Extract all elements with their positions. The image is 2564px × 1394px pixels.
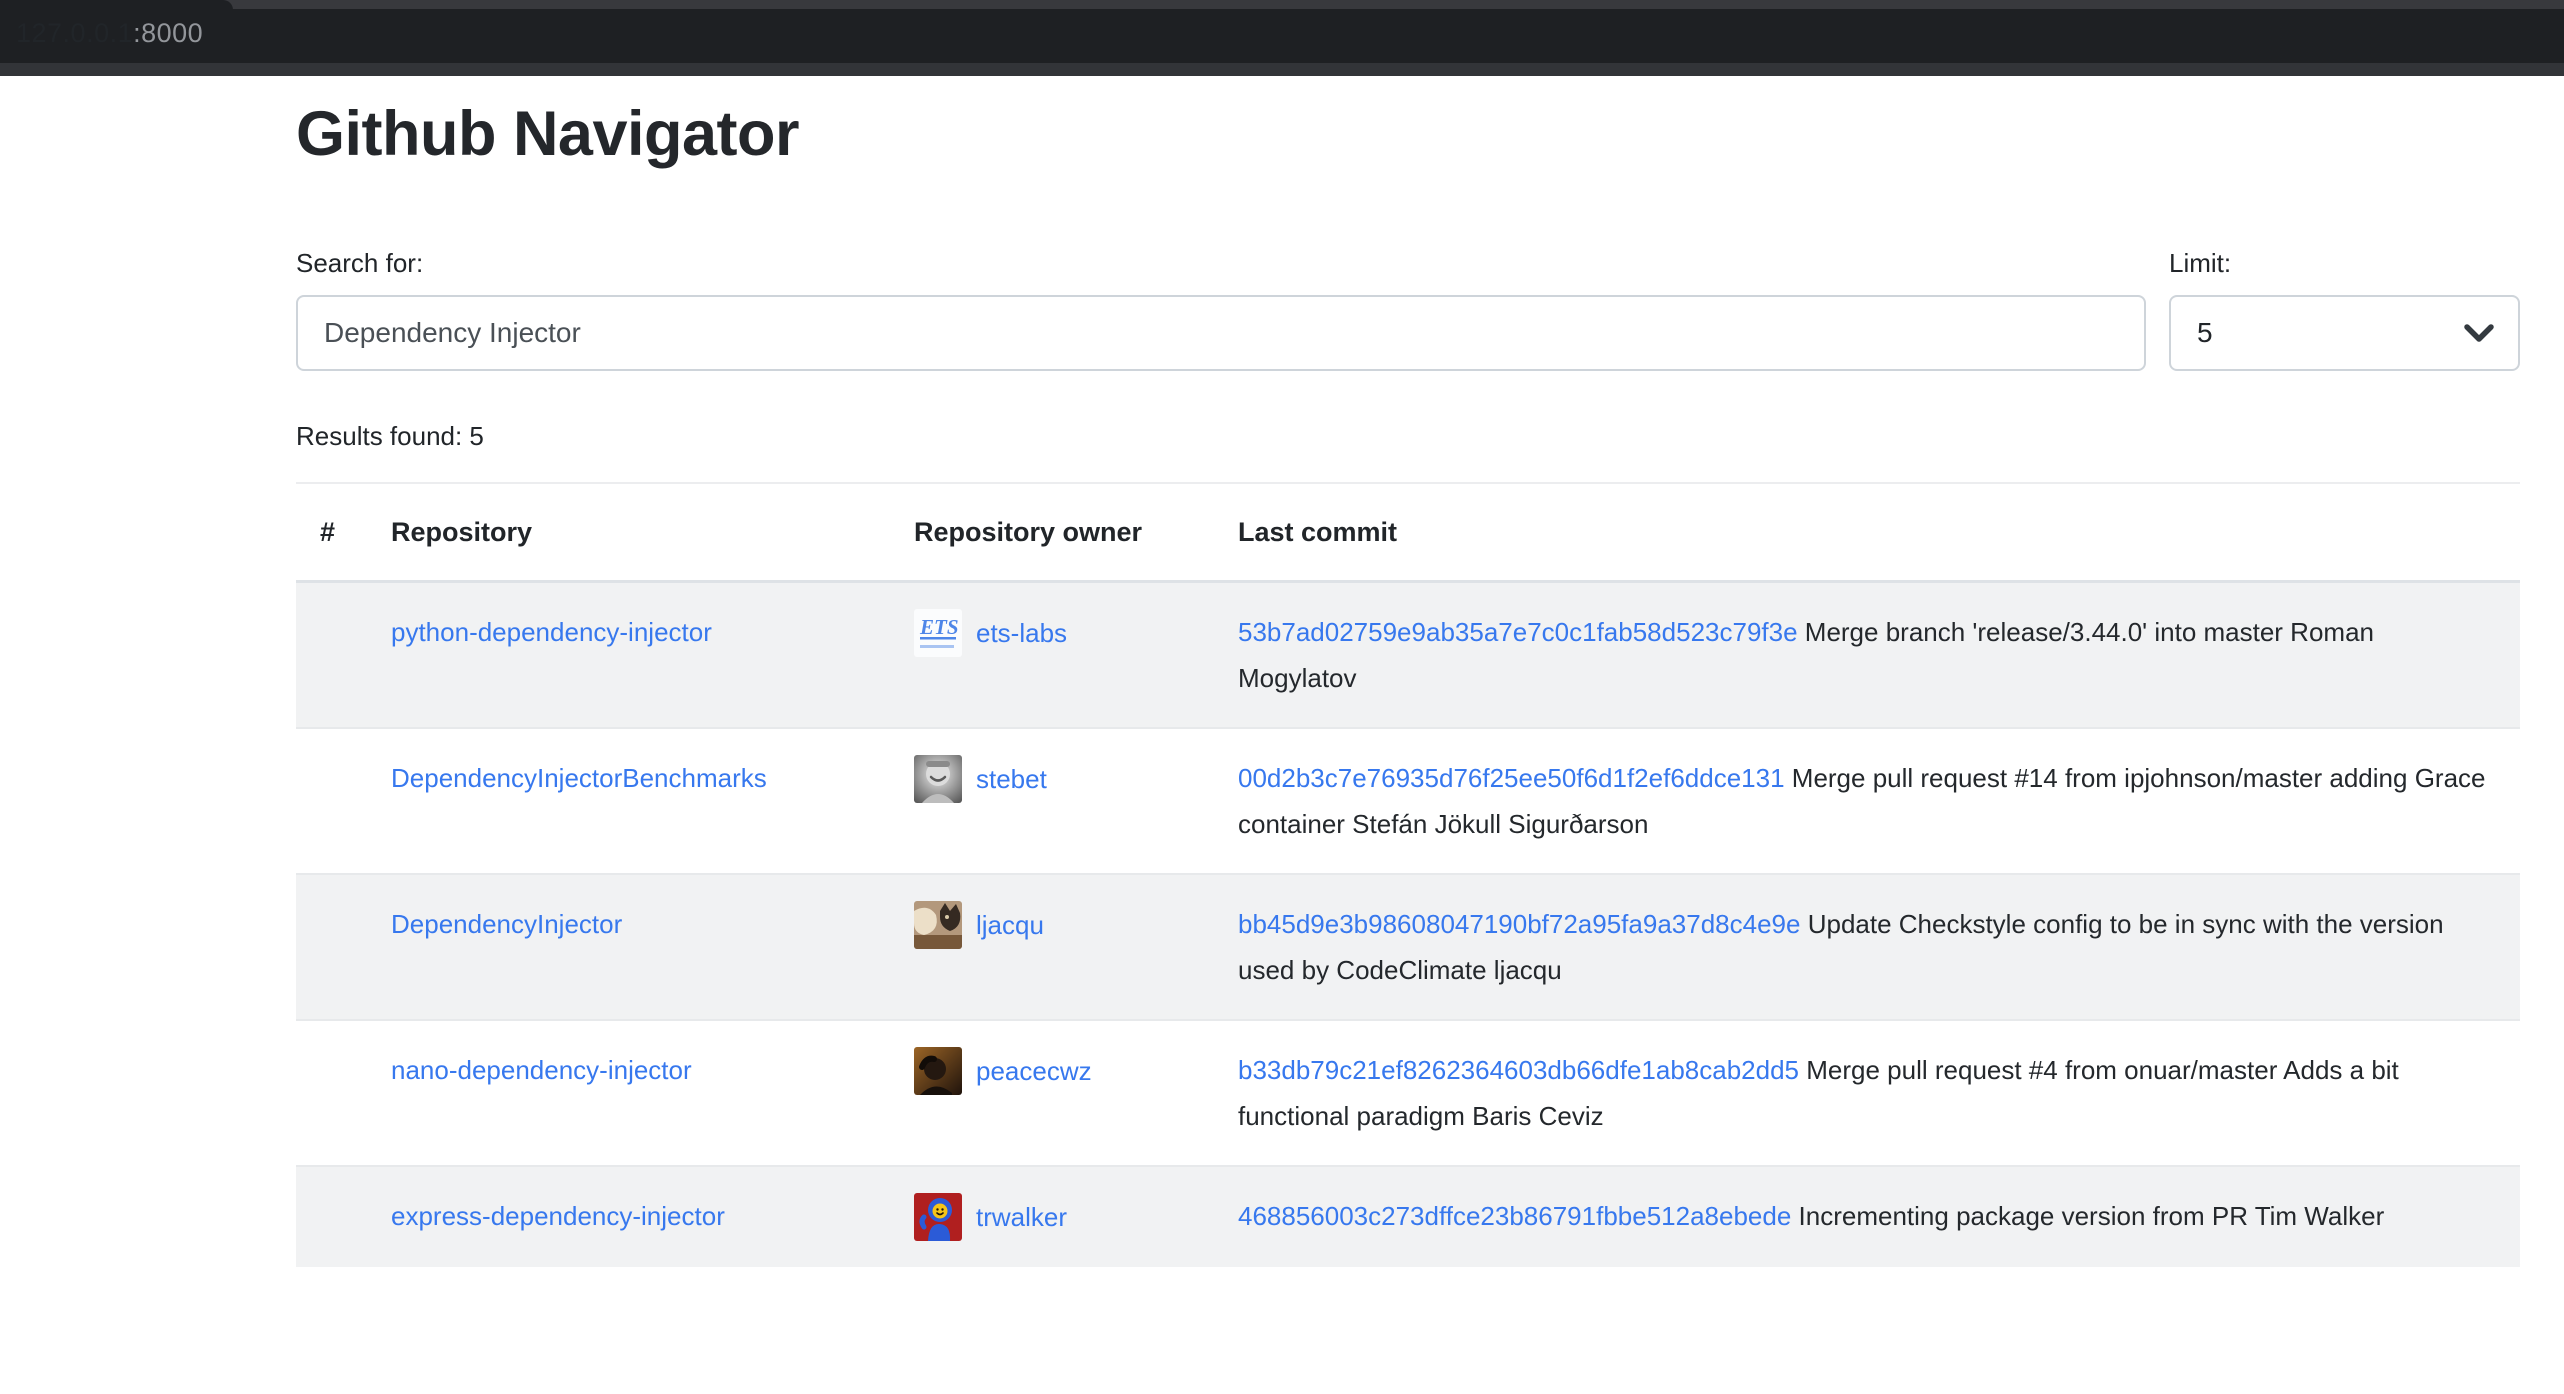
cell-repository: express-dependency-injector [367,1166,890,1267]
repository-link[interactable]: DependencyInjectorBenchmarks [391,763,767,793]
cell-number [296,1166,367,1267]
repository-link[interactable]: DependencyInjector [391,909,622,939]
svg-text:ETS: ETS [919,615,959,639]
results-count: Results found: 5 [296,417,2520,456]
repository-link[interactable]: nano-dependency-injector [391,1055,692,1085]
commit-hash-link[interactable]: 53b7ad02759e9ab35a7e7c0c1fab58d523c79f3e [1238,617,1798,647]
trwalker-avatar-image [914,1193,962,1241]
commit-hash-link[interactable]: 468856003c273dffce23b86791fbbe512a8ebede [1238,1201,1791,1231]
owner-link[interactable]: ljacqu [976,902,1044,948]
limit-select[interactable]: 5 [2169,295,2520,371]
browser-address-bar[interactable] [0,9,2564,63]
cell-owner: ljacqu [890,874,1214,1020]
peacecwz-avatar-image [914,1047,962,1095]
commit-message: Incrementing package version from PR Tim… [1799,1201,2385,1231]
cell-last-commit: 468856003c273dffce23b86791fbbe512a8ebede… [1214,1166,2520,1267]
header-repository: Repository [367,483,890,582]
chevron-down-icon [2464,323,2494,343]
cell-number [296,1020,367,1166]
cell-last-commit: bb45d9e3b98608047190bf72a95fa9a37d8c4e9e… [1214,874,2520,1020]
cell-number [296,582,367,729]
cell-owner: trwalker [890,1166,1214,1267]
table-row: DependencyInjector ljacqu [296,874,2520,1020]
limit-group: Limit: 5 [2169,244,2520,371]
url-text[interactable]: 127.0.0.1:8000 [16,16,203,50]
stebet-avatar-image [914,755,962,803]
cell-last-commit: 53b7ad02759e9ab35a7e7c0c1fab58d523c79f3e… [1214,582,2520,729]
limit-label: Limit: [2169,244,2520,283]
header-number: # [296,483,367,582]
page-content: Github Navigator Search for: Limit: 5 Re… [0,96,2564,1267]
search-label: Search for: [296,244,2146,283]
browser-chrome: 127.0.0.1:8000 [0,0,2564,76]
url-port: :8000 [133,18,203,48]
limit-select-value: 5 [2197,317,2213,349]
search-group: Search for: [296,244,2146,371]
owner-link[interactable]: stebet [976,756,1047,802]
cell-number [296,728,367,874]
page-title: Github Navigator [296,96,2520,172]
repository-link[interactable]: express-dependency-injector [391,1201,725,1231]
cell-repository: nano-dependency-injector [367,1020,890,1166]
results-table: # Repository Repository owner Last commi… [296,482,2520,1267]
cell-last-commit: 00d2b3c7e76935d76f25ee50f6d1f2ef6ddce131… [1214,728,2520,874]
owner-link[interactable]: trwalker [976,1194,1067,1240]
commit-hash-link[interactable]: 00d2b3c7e76935d76f25ee50f6d1f2ef6ddce131 [1238,763,1785,793]
ljacqu-avatar-image [914,901,962,949]
cell-repository: python-dependency-injector [367,582,890,729]
owner-link[interactable]: peacecwz [976,1048,1092,1094]
table-row: express-dependency-injector [296,1166,2520,1267]
commit-hash-link[interactable]: bb45d9e3b98608047190bf72a95fa9a37d8c4e9e [1238,909,1800,939]
owner-link[interactable]: ets-labs [976,610,1067,656]
search-input[interactable] [296,295,2146,371]
commit-hash-link[interactable]: b33db79c21ef8262364603db66dfe1ab8cab2dd5 [1238,1055,1799,1085]
table-row: nano-dependency-injector [296,1020,2520,1166]
table-row: python-dependency-injector ETS ets-labs [296,582,2520,729]
search-form: Search for: Limit: 5 [296,244,2520,371]
cell-owner: peacecwz [890,1020,1214,1166]
header-repository-owner: Repository owner [890,483,1214,582]
url-host: 127.0.0.1 [16,18,133,48]
browser-tabstrip [0,0,2564,9]
table-row: DependencyInjectorBenchmarks [296,728,2520,874]
cell-number [296,874,367,1020]
cell-repository: DependencyInjector [367,874,890,1020]
table-header: # Repository Repository owner Last commi… [296,483,2520,582]
ets-labs-avatar-image: ETS [914,609,962,657]
cell-repository: DependencyInjectorBenchmarks [367,728,890,874]
cell-owner: stebet [890,728,1214,874]
cell-last-commit: b33db79c21ef8262364603db66dfe1ab8cab2dd5… [1214,1020,2520,1166]
browser-chrome-divider [0,63,2564,76]
repository-link[interactable]: python-dependency-injector [391,617,712,647]
header-last-commit: Last commit [1214,483,2520,582]
cell-owner: ETS ets-labs [890,582,1214,729]
